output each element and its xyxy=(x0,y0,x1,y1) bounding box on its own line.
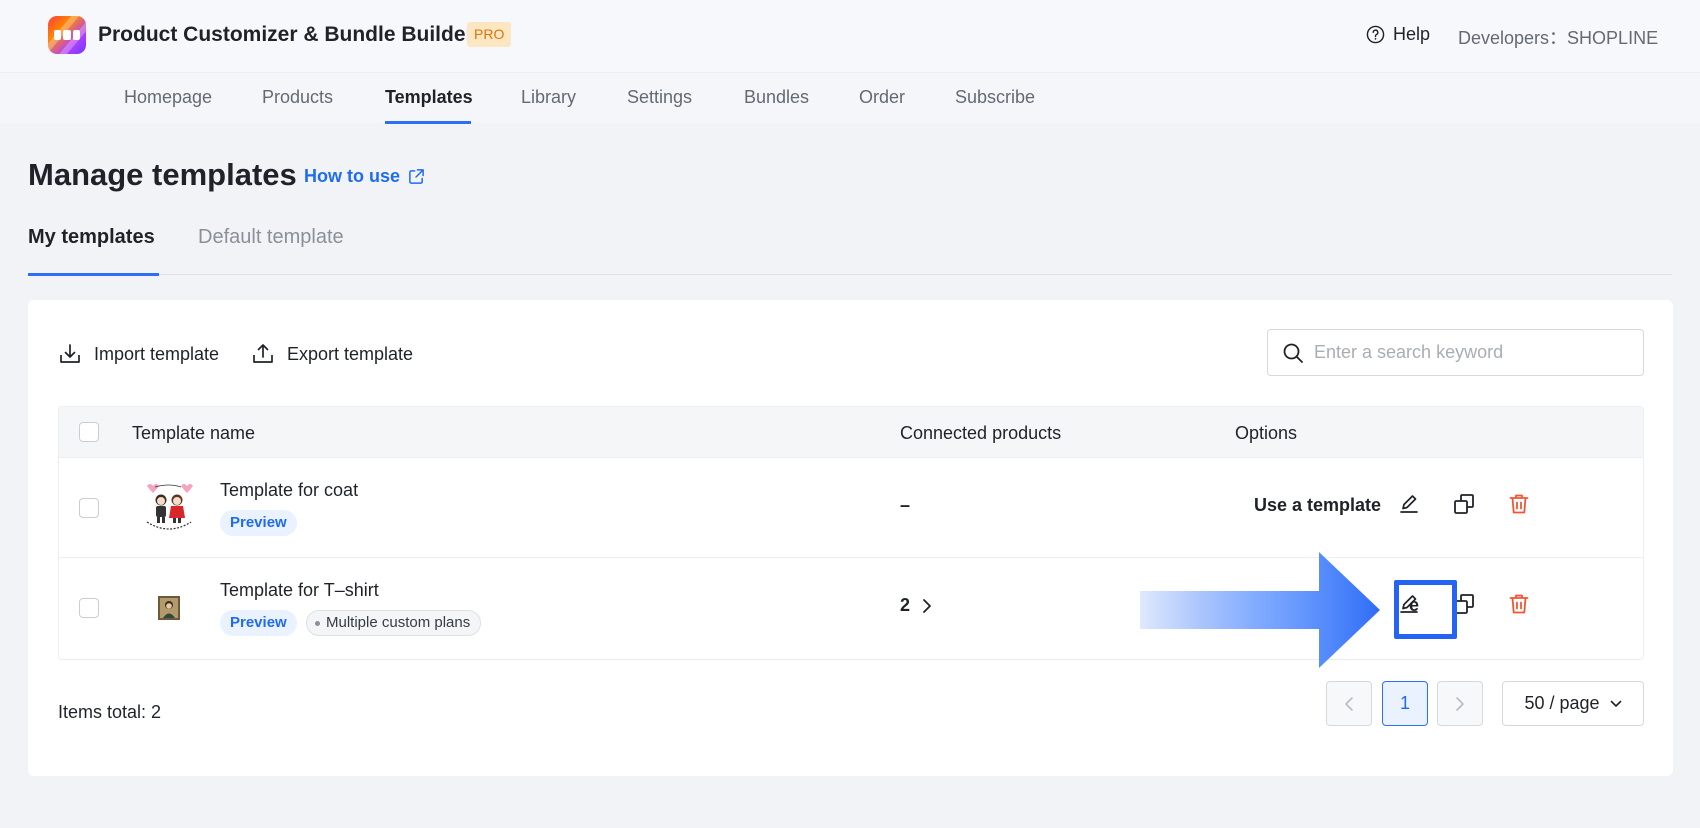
main-nav: Homepage Products Templates Library Sett… xyxy=(0,73,1700,123)
template-name: Template for coat xyxy=(220,480,359,500)
export-template-button[interactable]: Export template xyxy=(251,342,413,366)
search-input[interactable] xyxy=(1314,342,1634,363)
items-total: Items total: 2 xyxy=(58,702,162,722)
trash-icon xyxy=(1509,594,1529,614)
tutorial-arrow xyxy=(1140,552,1380,668)
tab-active-indicator xyxy=(28,273,159,276)
chevron-down-icon xyxy=(1610,700,1621,707)
edit-button-highlight xyxy=(1394,580,1457,639)
search-icon xyxy=(1283,343,1303,363)
chevron-left-icon xyxy=(1345,696,1353,711)
help-link[interactable]: Help xyxy=(1366,24,1430,45)
pro-badge: PRO xyxy=(467,22,512,47)
dot-icon xyxy=(315,620,320,626)
column-options: Options xyxy=(1235,423,1298,443)
tab-default-template[interactable]: Default template xyxy=(198,226,344,249)
nav-item-library[interactable]: Library xyxy=(521,87,576,108)
app-logo xyxy=(48,16,86,54)
preview-tag[interactable]: Preview xyxy=(220,510,297,536)
connected-products-value: – xyxy=(900,495,910,516)
template-thumbnail xyxy=(158,596,180,620)
multiple-plans-tag: Multiple custom plans xyxy=(306,610,482,636)
help-label: Help xyxy=(1393,24,1431,44)
help-circle-icon xyxy=(1366,25,1385,44)
export-template-label: Export template xyxy=(287,343,414,364)
nav-item-settings[interactable]: Settings xyxy=(627,87,692,108)
table-row: Template for coat Preview – Use a templa… xyxy=(59,457,1643,557)
row-checkbox[interactable] xyxy=(79,498,99,518)
connected-count: – xyxy=(900,495,911,515)
delete-button[interactable] xyxy=(1505,590,1533,618)
app-title: Product Customizer & Bundle Builder xyxy=(98,23,474,46)
multiple-plans-label: Multiple custom plans xyxy=(326,614,471,631)
column-template-name: Template name xyxy=(132,423,256,443)
template-thumbnail xyxy=(139,478,199,534)
select-all-checkbox[interactable] xyxy=(79,422,99,442)
page-title: Manage templates xyxy=(28,157,297,192)
page-size-select[interactable]: 50 / page xyxy=(1502,681,1644,726)
search-box xyxy=(1267,329,1644,376)
page-size-label: 50 / page xyxy=(1524,693,1600,713)
developers-label: Developers：SHOPLINE xyxy=(1458,28,1659,48)
connected-count: 2 xyxy=(900,595,911,615)
tabs-divider xyxy=(28,274,1672,275)
nav-item-templates[interactable]: Templates xyxy=(385,87,473,108)
chevron-right-icon xyxy=(923,598,931,613)
page-1-button[interactable]: 1 xyxy=(1382,681,1428,726)
export-icon xyxy=(253,344,273,363)
nav-item-subscribe[interactable]: Subscribe xyxy=(955,87,1035,108)
column-connected-products: Connected products xyxy=(900,423,1062,443)
import-icon xyxy=(60,344,80,363)
chevron-right-icon xyxy=(1456,696,1464,711)
top-bar: Product Customizer & Bundle Builder PRO … xyxy=(0,0,1700,73)
edit-pencil-icon xyxy=(1400,495,1418,513)
delete-button[interactable] xyxy=(1505,490,1533,518)
prev-page-button[interactable] xyxy=(1326,681,1372,726)
nav-item-order[interactable]: Order xyxy=(859,87,905,108)
tab-my-templates[interactable]: My templates xyxy=(28,226,155,249)
copy-icon xyxy=(1454,494,1474,514)
templates-card: Import template Export template Template… xyxy=(28,300,1673,776)
trash-icon xyxy=(1509,494,1529,514)
nav-item-bundles[interactable]: Bundles xyxy=(744,87,809,108)
copy-button[interactable] xyxy=(1450,490,1478,518)
import-template-label: Import template xyxy=(94,343,220,364)
import-template-button[interactable]: Import template xyxy=(58,342,219,366)
template-name: Template for T–shirt xyxy=(220,580,379,600)
nav-active-indicator xyxy=(385,121,471,124)
use-template-button[interactable]: Use a template xyxy=(1254,495,1381,516)
preview-tag[interactable]: Preview xyxy=(220,610,297,636)
connected-products-link[interactable]: 2 xyxy=(900,595,932,616)
table-header: Template name Connected products Options xyxy=(59,407,1643,457)
how-to-use-link[interactable]: How to use xyxy=(304,166,425,187)
edit-button[interactable] xyxy=(1395,490,1423,518)
nav-item-homepage[interactable]: Homepage xyxy=(124,87,212,108)
external-link-icon xyxy=(409,169,424,184)
row-checkbox[interactable] xyxy=(79,598,99,618)
nav-item-products[interactable]: Products xyxy=(262,87,333,108)
how-to-use-label: How to use xyxy=(304,166,401,186)
next-page-button[interactable] xyxy=(1437,681,1483,726)
